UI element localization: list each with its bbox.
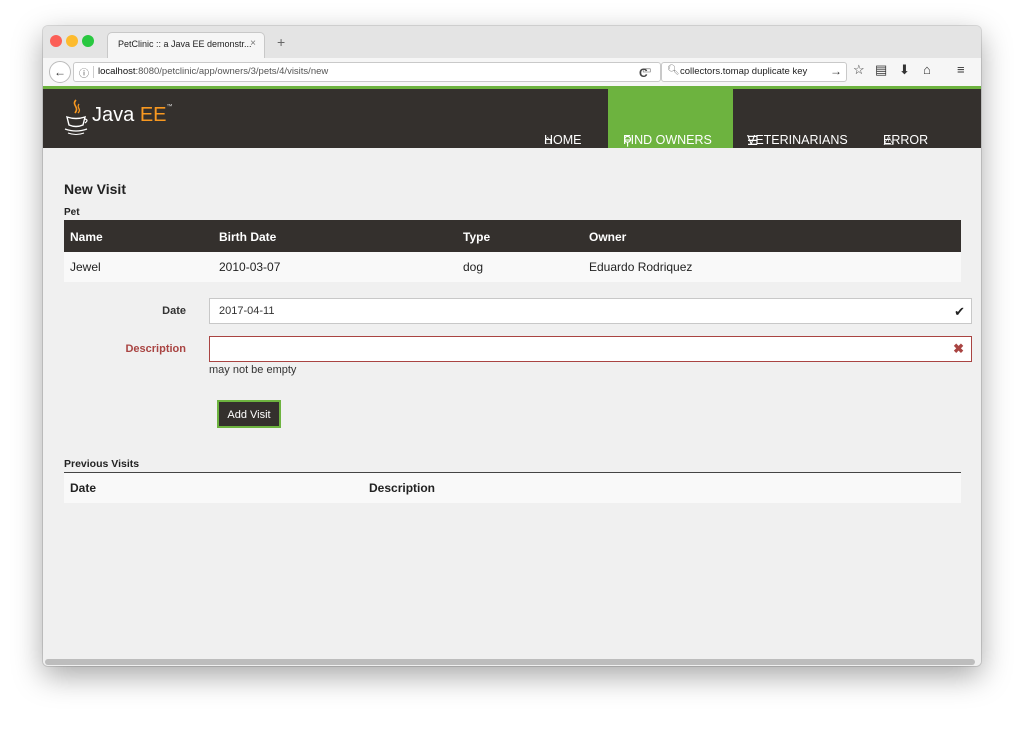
home-browser-icon[interactable]: ⌂ <box>923 62 931 77</box>
checkmark-icon: ✔ <box>954 304 965 319</box>
header-birth-date: Birth Date <box>219 230 277 244</box>
pet-owner: Eduardo Rodriquez <box>589 260 693 274</box>
menu-find-owners-label: FIND OWNERS <box>623 133 712 147</box>
info-icon[interactable]: ⓘ <box>79 65 89 80</box>
pet-type: dog <box>463 260 484 274</box>
menu-error[interactable]: ⚠ ERROR <box>868 89 963 148</box>
menu-error-label: ERROR <box>883 133 929 147</box>
menu-veterinarians[interactable]: ☰ VETERINARIANS <box>733 89 868 148</box>
browser-window: PetClinic :: a Java EE demonstr... × + ←… <box>43 26 981 666</box>
description-label: Description <box>125 343 186 355</box>
search-go-icon[interactable]: → <box>830 64 842 78</box>
header-owner: Owner <box>589 230 627 244</box>
previous-visits-title: Previous Visits <box>64 458 140 470</box>
pet-table-header: Name Birth Date Type Owner <box>64 220 961 252</box>
new-tab-icon[interactable]: + <box>277 34 285 50</box>
back-icon[interactable]: ← <box>49 61 71 83</box>
pet-name: Jewel <box>70 260 101 274</box>
url-path: :8080/petclinic/app/owners/3/pets/4/visi… <box>135 66 329 77</box>
scrollbar-thumb[interactable] <box>45 659 975 665</box>
logo-java-text: Java <box>92 104 135 126</box>
error-x-icon: ✖ <box>953 341 964 356</box>
date-field[interactable]: 2017-04-11 ✔ <box>209 298 972 324</box>
download-icon[interactable]: ⬇ <box>899 62 910 78</box>
logo-tm: ™ <box>166 104 173 110</box>
url-separator <box>93 66 94 78</box>
hamburger-menu-icon[interactable]: ≡ <box>957 62 965 77</box>
prev-header-date: Date <box>70 481 97 495</box>
minimize-window-button[interactable] <box>66 35 78 47</box>
bookmark-star-icon[interactable]: ☆ <box>853 62 865 78</box>
logo-ee-text: EE <box>139 104 167 126</box>
close-tab-icon[interactable]: × <box>250 38 256 49</box>
horizontal-scrollbar[interactable] <box>43 658 981 666</box>
menu-home[interactable]: ⌂ HOME <box>531 89 608 148</box>
app-header: Java EE™ ⌂ HOME ⚲ FIND OWNERS ☰ VETERINA… <box>43 86 981 148</box>
java-cup-icon <box>64 99 88 136</box>
url-host: localhost <box>98 66 136 77</box>
table-row: Jewel 2010-03-07 dog Eduardo Rodriquez <box>64 252 961 282</box>
app-logo[interactable]: Java EE™ <box>92 104 173 127</box>
previous-visits-header: Date Description <box>64 473 961 503</box>
header-name: Name <box>70 230 103 244</box>
description-error-message: may not be empty <box>209 364 297 376</box>
url-text: localhost:8080/petclinic/app/owners/3/pe… <box>98 66 328 77</box>
main-content: New Visit Pet Name Birth Date Type Owner… <box>43 148 981 656</box>
header-type: Type <box>463 230 491 244</box>
date-value: 2017-04-11 <box>219 305 275 317</box>
title-bar: PetClinic :: a Java EE demonstr... × + <box>43 26 981 58</box>
add-visit-button[interactable]: Add Visit <box>217 400 281 428</box>
date-label: Date <box>162 305 186 317</box>
prev-header-description: Description <box>369 481 436 495</box>
menu-home-label: HOME <box>544 133 582 147</box>
tab-title: PetClinic :: a Java EE demonstr... <box>118 39 252 49</box>
pet-birth-date: 2010-03-07 <box>219 260 281 274</box>
description-field[interactable]: ✖ <box>209 336 972 362</box>
browser-tab[interactable]: PetClinic :: a Java EE demonstr... × <box>107 32 265 58</box>
search-text: collectors.tomap duplicate key <box>680 66 808 77</box>
magnifier-icon: 🔍︎ <box>667 65 680 76</box>
navigation-bar: ← ⓘ localhost:8080/petclinic/app/owners/… <box>43 58 981 87</box>
menu-find-owners[interactable]: ⚲ FIND OWNERS <box>608 89 733 148</box>
menu-veterinarians-label: VETERINARIANS <box>747 133 848 147</box>
pet-section-title: Pet <box>64 207 80 218</box>
page-title: New Visit <box>64 181 126 197</box>
pet-table: Name Birth Date Type Owner Jewel 2010-03… <box>64 220 961 282</box>
library-icon[interactable]: ▤ <box>875 62 887 78</box>
search-bar[interactable]: 🔍︎ collectors.tomap duplicate key → <box>661 62 847 82</box>
close-window-button[interactable] <box>50 35 62 47</box>
reload-icon[interactable]: C <box>639 66 648 80</box>
url-bar[interactable]: ⓘ localhost:8080/petclinic/app/owners/3/… <box>73 62 661 82</box>
zoom-window-button[interactable] <box>82 35 94 47</box>
